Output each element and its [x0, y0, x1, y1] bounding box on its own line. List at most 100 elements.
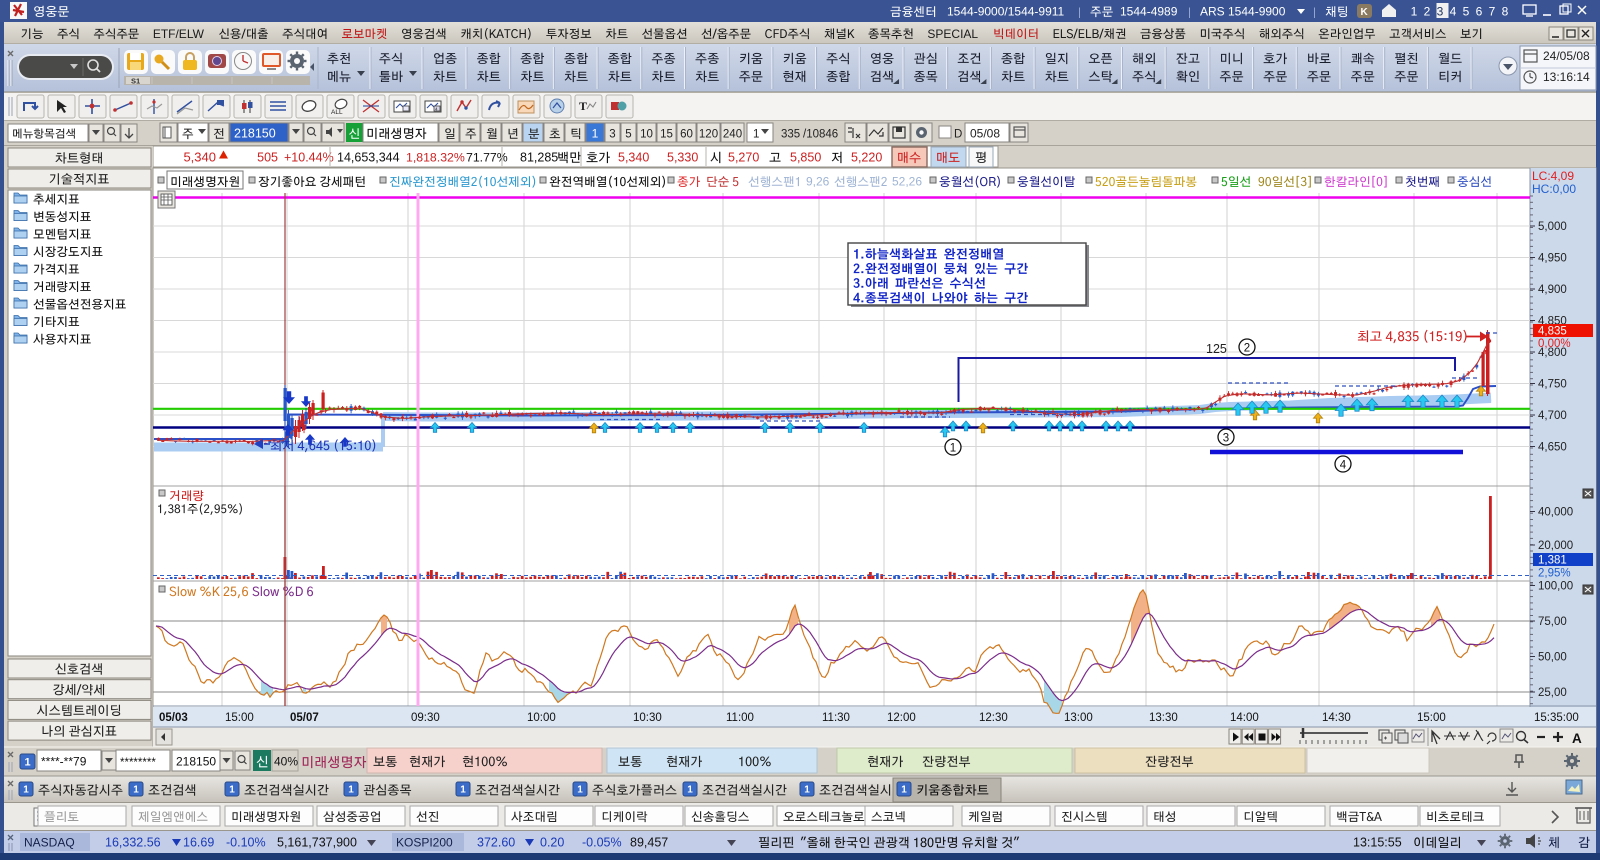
- svg-text:5,220: 5,220: [851, 151, 882, 165]
- svg-text:100,00: 100,00: [1538, 581, 1573, 593]
- svg-text:5,161,737,900: 5,161,737,900: [277, 836, 357, 850]
- svg-text:3: 3: [1223, 432, 1229, 444]
- svg-text:1: 1: [901, 785, 907, 796]
- svg-text:4,750: 4,750: [1538, 379, 1567, 391]
- svg-text:-0.05%: -0.05%: [582, 836, 622, 850]
- svg-text:5: 5: [625, 129, 631, 141]
- svg-text:9,26: 9,26: [806, 175, 830, 189]
- svg-text:1: 1: [348, 785, 354, 796]
- svg-text:2: 2: [1424, 5, 1431, 19]
- svg-text:|: |: [1078, 7, 1081, 19]
- svg-text:15: 15: [660, 129, 673, 141]
- svg-text:25,00: 25,00: [1538, 687, 1567, 699]
- svg-text:1: 1: [687, 785, 693, 796]
- svg-text:218150: 218150: [234, 127, 276, 141]
- svg-text:5,850: 5,850: [790, 151, 821, 165]
- svg-text:D: D: [954, 129, 962, 141]
- svg-text:4: 4: [1450, 5, 1457, 19]
- svg-text:05/03: 05/03: [159, 712, 188, 724]
- svg-text:5,340: 5,340: [183, 150, 216, 165]
- svg-text:218150: 218150: [176, 755, 216, 769]
- svg-text:4,700: 4,700: [1538, 410, 1567, 422]
- svg-text:4,900: 4,900: [1538, 284, 1567, 296]
- svg-text:2,95%: 2,95%: [1538, 568, 1571, 580]
- svg-text:T: T: [579, 99, 587, 113]
- svg-text:125: 125: [1206, 342, 1227, 356]
- svg-text:13:00: 13:00: [1064, 712, 1093, 724]
- svg-text:1,818.32%: 1,818.32%: [406, 151, 465, 165]
- svg-text:15:35:00: 15:35:00: [1534, 712, 1579, 724]
- svg-text:5: 5: [1463, 5, 1470, 19]
- svg-text:|: |: [1188, 7, 1191, 19]
- svg-text:/10846: /10846: [803, 129, 838, 141]
- svg-text:75,00: 75,00: [1538, 616, 1567, 628]
- svg-text:24/05/08: 24/05/08: [1543, 49, 1590, 63]
- svg-text:|: |: [1313, 7, 1316, 19]
- svg-text:5,270: 5,270: [728, 151, 759, 165]
- svg-text:1: 1: [1411, 5, 1418, 19]
- svg-text:1544-9000/1544-9911: 1544-9000/1544-9911: [947, 5, 1065, 19]
- svg-text:1: 1: [460, 785, 466, 796]
- svg-text:SPECIAL: SPECIAL: [927, 27, 978, 41]
- svg-text:6: 6: [1476, 5, 1483, 19]
- svg-text:16,332.56: 16,332.56: [105, 836, 161, 850]
- svg-text:4,950: 4,950: [1538, 253, 1567, 265]
- svg-text:ALL: ALL: [331, 109, 343, 116]
- svg-text:13:16:14: 13:16:14: [1543, 70, 1590, 84]
- svg-text:12:30: 12:30: [979, 712, 1008, 724]
- svg-text:1: 1: [229, 785, 235, 796]
- svg-text:1: 1: [753, 129, 759, 141]
- svg-text:3: 3: [609, 129, 615, 141]
- svg-text:15:00: 15:00: [225, 712, 254, 724]
- svg-text:14,653,344: 14,653,344: [337, 151, 400, 165]
- svg-text:KOSPI200: KOSPI200: [396, 836, 453, 850]
- svg-text:5,000: 5,000: [1538, 221, 1567, 233]
- svg-text:1: 1: [24, 757, 30, 769]
- svg-text:1,381: 1,381: [1538, 555, 1567, 567]
- svg-text:40%: 40%: [274, 755, 298, 769]
- svg-text:+10.44%: +10.44%: [284, 151, 334, 165]
- svg-text:50,00: 50,00: [1538, 652, 1567, 664]
- svg-text:52,26: 52,26: [892, 175, 922, 189]
- svg-text:05/08: 05/08: [970, 127, 1000, 141]
- svg-text:11:30: 11:30: [822, 712, 850, 724]
- svg-text:ETF/ELW: ETF/ELW: [153, 27, 205, 41]
- svg-text:120: 120: [699, 129, 718, 141]
- svg-text:4: 4: [1340, 459, 1347, 471]
- svg-text:-0.10%: -0.10%: [226, 836, 266, 850]
- svg-text:3: 3: [1437, 5, 1444, 19]
- svg-text:1: 1: [23, 785, 29, 796]
- svg-text:LC:4,09: LC:4,09: [1532, 169, 1574, 183]
- svg-text:4,835: 4,835: [1538, 326, 1567, 338]
- svg-text:240: 240: [723, 129, 742, 141]
- svg-text:372.60: 372.60: [477, 836, 515, 850]
- svg-text:HC:0,00: HC:0,00: [1532, 182, 1576, 196]
- svg-text:16.69: 16.69: [183, 836, 214, 850]
- svg-text:1: 1: [804, 785, 810, 796]
- svg-text:10:30: 10:30: [633, 712, 662, 724]
- svg-text:09:30: 09:30: [411, 712, 440, 724]
- svg-text:1544-4989: 1544-4989: [1120, 5, 1178, 19]
- svg-text:10:00: 10:00: [527, 712, 556, 724]
- svg-text:1: 1: [577, 785, 583, 796]
- svg-text:****-**79: ****-**79: [41, 755, 87, 769]
- svg-text:1: 1: [950, 442, 956, 454]
- svg-text:8: 8: [1502, 5, 1509, 19]
- svg-text:1: 1: [592, 127, 599, 141]
- svg-text:05/07: 05/07: [290, 712, 319, 724]
- svg-text:4,650: 4,650: [1538, 442, 1567, 454]
- svg-text:5,340: 5,340: [618, 151, 649, 165]
- svg-text:13:30: 13:30: [1149, 712, 1178, 724]
- svg-text:2: 2: [1244, 342, 1250, 354]
- svg-text:0.20: 0.20: [540, 836, 564, 850]
- svg-text:335: 335: [781, 129, 800, 141]
- svg-text:15:00: 15:00: [1417, 712, 1446, 724]
- svg-text:S1: S1: [131, 77, 140, 86]
- svg-text:10: 10: [640, 129, 653, 141]
- svg-text:********: ********: [120, 757, 156, 769]
- svg-text:20,000: 20,000: [1538, 540, 1573, 552]
- svg-text:NASDAQ: NASDAQ: [24, 836, 75, 850]
- svg-text:ARS 1544-9900: ARS 1544-9900: [1200, 5, 1286, 19]
- svg-text:11:00: 11:00: [726, 712, 754, 724]
- svg-text:81,285: 81,285: [520, 151, 558, 165]
